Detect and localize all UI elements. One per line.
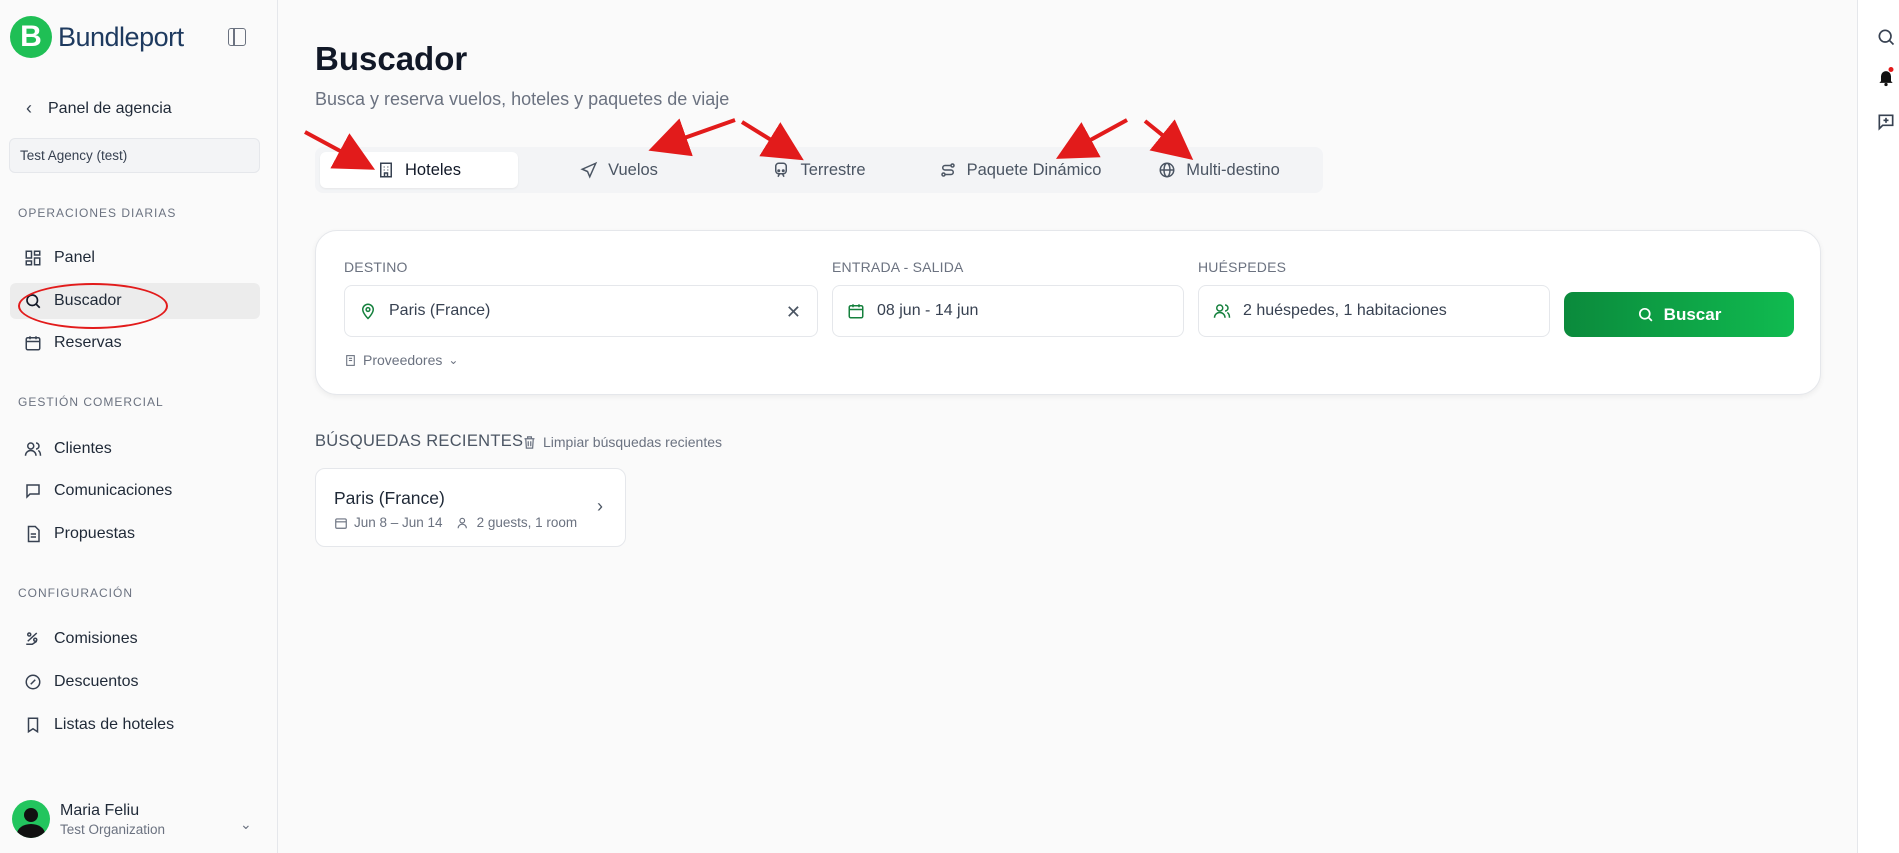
fechas-label: ENTRADA - SALIDA: [832, 259, 964, 275]
users-icon: [457, 517, 467, 528]
search-type-tabs: Hoteles Vuelos Terrestre Paquete Dinámic…: [315, 147, 1323, 193]
clear-icon[interactable]: ✕: [786, 302, 801, 323]
section-label-gestion: GESTIÓN COMERCIAL: [18, 395, 164, 409]
fechas-value: 08 jun - 14 jun: [877, 302, 979, 319]
right-rail: [1857, 0, 1899, 853]
annotation-arrow: [648, 118, 736, 157]
route-icon: [940, 163, 955, 177]
sidebar-item-label: Comisiones: [54, 630, 138, 647]
sidebar-item-label: Reservas: [54, 334, 122, 351]
sidebar: B Bundleport ‹ Panel de agencia Test Age…: [0, 0, 278, 853]
section-label-configuracion: CONFIGURACIÓN: [18, 586, 133, 600]
tab-terrestre[interactable]: Terrestre: [720, 152, 918, 188]
page-subtitle: Busca y reserva vuelos, hoteles y paquet…: [315, 89, 730, 109]
sidebar-item-label: Listas de hoteles: [54, 716, 175, 733]
page-title: Buscador: [315, 40, 468, 77]
users-icon: [1213, 304, 1231, 318]
dashboard-icon: [24, 249, 42, 267]
train-icon: [775, 162, 788, 178]
sidebar-item-label: Clientes: [54, 440, 112, 457]
building-icon: [346, 354, 355, 366]
trash-icon: [524, 435, 535, 449]
brand-logo: B: [10, 16, 52, 58]
destino-input[interactable]: Paris (France) ✕: [344, 285, 818, 337]
fechas-input[interactable]: 08 jun - 14 jun: [832, 285, 1184, 337]
search-button-label: Buscar: [1663, 304, 1722, 324]
recent-meta: Jun 8 – Jun 14 2 guests, 1 room: [334, 515, 577, 530]
tab-label: Terrestre: [800, 160, 866, 179]
sidebar-item-clientes[interactable]: Clientes: [10, 431, 260, 467]
document-icon: [24, 525, 42, 543]
search-form-card: DESTINO Paris (France) ✕ ENTRADA - SALID…: [315, 230, 1821, 395]
chevron-left-icon: ‹: [26, 98, 32, 118]
tab-label: Hoteles: [405, 160, 461, 179]
sidebar-item-listas-hoteles[interactable]: Listas de hoteles: [10, 707, 260, 743]
sidebar-item-panel[interactable]: Panel: [10, 240, 260, 276]
sidebar-item-comisiones[interactable]: Comisiones: [10, 621, 260, 657]
chevron-down-icon[interactable]: ⌄: [240, 816, 252, 833]
user-menu[interactable]: Maria Feliu Test Organization: [12, 800, 165, 838]
tab-multi-destino[interactable]: Multi-destino: [1120, 152, 1318, 188]
calendar-icon: [848, 304, 864, 319]
providers-label: Proveedores: [363, 352, 443, 368]
user-org: Test Organization: [60, 821, 166, 837]
huespedes-label: HUÉSPEDES: [1198, 259, 1287, 275]
back-label: Panel de agencia: [48, 99, 172, 117]
section-label-operaciones: OPERACIONES DIARIAS: [18, 206, 177, 220]
agency-selector[interactable]: Test Agency (test): [9, 138, 260, 173]
brand[interactable]: B Bundleport: [10, 16, 184, 58]
tab-label: Multi-destino: [1186, 160, 1280, 179]
sidebar-item-label: Comunicaciones: [54, 482, 173, 499]
feedback-icon[interactable]: [1876, 112, 1896, 132]
annotation-circle: [18, 283, 168, 329]
destino-value: Paris (France): [389, 302, 491, 319]
sidebar-item-label: Panel: [54, 249, 95, 266]
clear-recent-label: Limpiar búsquedas recientes: [543, 434, 722, 450]
plane-icon: [580, 161, 598, 179]
chevron-right-icon: ›: [597, 496, 603, 516]
tab-vuelos[interactable]: Vuelos: [520, 152, 718, 188]
back-to-agency-panel[interactable]: ‹ Panel de agencia: [26, 98, 172, 119]
calendar-icon: [24, 334, 42, 352]
clear-recent-button[interactable]: Limpiar búsquedas recientes: [522, 434, 722, 450]
sidebar-item-label: Propuestas: [54, 525, 135, 542]
recent-city: Paris (France): [334, 488, 445, 508]
avatar: [12, 800, 50, 838]
recent-dates: Jun 8 – Jun 14: [354, 515, 443, 530]
search-button[interactable]: Buscar: [1564, 292, 1794, 337]
sidebar-toggle-icon[interactable]: [228, 28, 246, 46]
location-pin-icon: [361, 303, 375, 320]
recent-search-item[interactable]: Paris (France) Jun 8 – Jun 14 2 guests, …: [315, 468, 626, 547]
user-name: Maria Feliu: [60, 801, 140, 819]
sidebar-item-comunicaciones[interactable]: Comunicaciones: [10, 473, 260, 509]
tab-label: Vuelos: [608, 160, 658, 179]
notification-bell-icon[interactable]: [1876, 67, 1896, 87]
discount-icon: [24, 673, 42, 691]
sidebar-item-reservas[interactable]: Reservas: [10, 325, 260, 361]
hotel-icon: [380, 162, 393, 178]
brand-name: Bundleport: [58, 21, 184, 52]
huespedes-value: 2 huéspedes, 1 habitaciones: [1243, 302, 1447, 319]
recent-searches-title: BÚSQUEDAS RECIENTES: [315, 432, 524, 450]
percent-hand-icon: [24, 630, 42, 648]
globe-icon: [1159, 162, 1175, 178]
destino-label: DESTINO: [344, 259, 408, 275]
tab-paquete-dinamico[interactable]: Paquete Dinámico: [920, 152, 1120, 188]
message-icon: [24, 482, 42, 500]
search-icon[interactable]: [1876, 27, 1896, 47]
sidebar-item-propuestas[interactable]: Propuestas: [10, 516, 260, 552]
tab-label: Paquete Dinámico: [966, 160, 1102, 179]
chevron-down-icon: ⌄: [448, 353, 459, 367]
annotation-arrows: [304, 118, 1194, 170]
users-icon: [24, 440, 42, 458]
tab-hoteles[interactable]: Hoteles: [320, 152, 518, 188]
sidebar-item-label: Descuentos: [54, 673, 139, 690]
recent-guests: 2 guests, 1 room: [476, 515, 578, 530]
providers-dropdown[interactable]: Proveedores ⌄: [344, 352, 458, 368]
search-icon: [1638, 307, 1653, 322]
bookmark-icon: [24, 716, 42, 734]
sidebar-item-descuentos[interactable]: Descuentos: [10, 664, 260, 700]
huespedes-input[interactable]: 2 huéspedes, 1 habitaciones: [1198, 285, 1550, 337]
calendar-icon: [335, 517, 347, 529]
